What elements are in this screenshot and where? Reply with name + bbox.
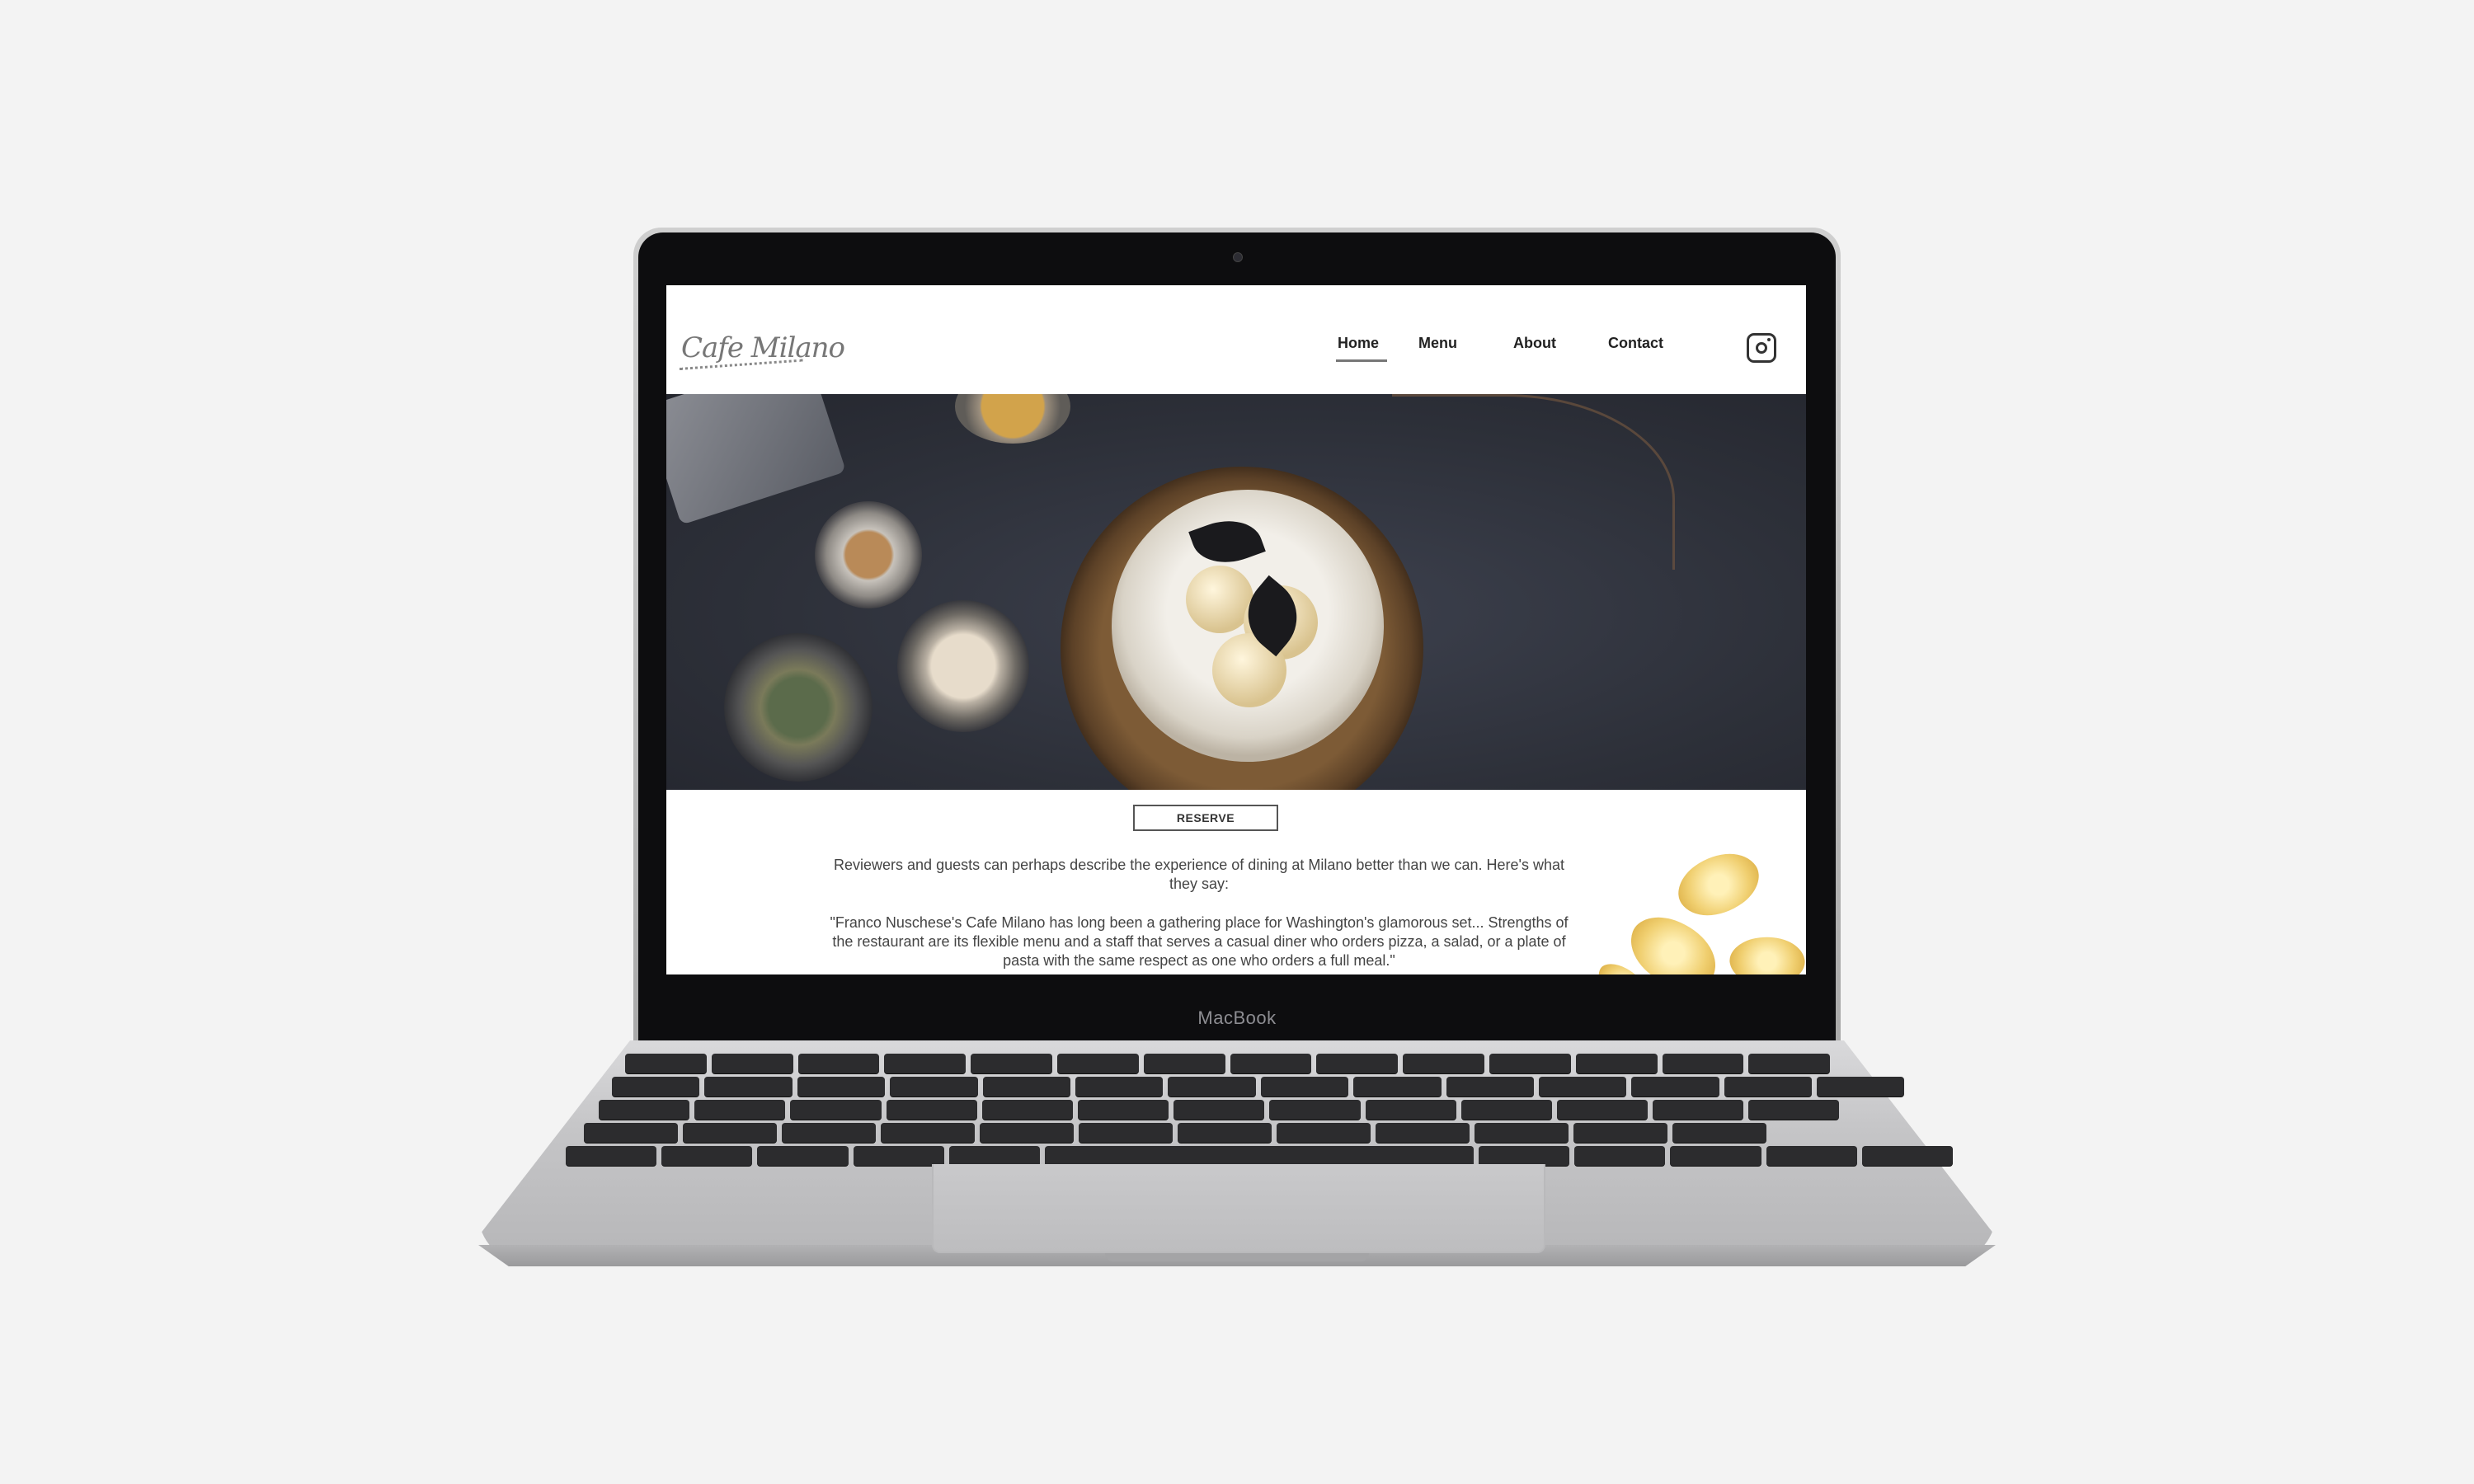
keyboard-key [1075, 1077, 1164, 1097]
keyboard-key [1365, 1100, 1456, 1120]
keyboard-key [625, 1054, 707, 1073]
site-header: Cafe Milano Home Menu About Contact [666, 285, 1806, 394]
keyboard-key [1556, 1100, 1649, 1120]
keyboard-key [612, 1077, 700, 1097]
keyboard-key [1077, 1100, 1169, 1120]
instagram-icon[interactable] [1747, 333, 1776, 363]
nav-home[interactable]: Home [1338, 335, 1379, 352]
keyboard-key [1817, 1077, 1905, 1097]
laptop-notch [1105, 1253, 1369, 1261]
nav-contact[interactable]: Contact [1608, 335, 1663, 352]
keyboard-key [1269, 1100, 1361, 1120]
keyboard-key [1174, 1100, 1265, 1120]
keyboard-key [661, 1146, 753, 1166]
keyboard-key [797, 1054, 880, 1073]
instagram-dot [1767, 338, 1771, 341]
keyboard-key [981, 1100, 1073, 1120]
keyboard-key [1748, 1054, 1831, 1073]
keyboard-key [1277, 1123, 1371, 1143]
keyboard-key [1653, 1100, 1744, 1120]
keyboard-key [1489, 1054, 1571, 1073]
keyboard-key [980, 1123, 1074, 1143]
keyboard-key [1260, 1077, 1349, 1097]
keyboard-key [1748, 1100, 1840, 1120]
keyboard-key [886, 1100, 977, 1120]
twigs [1392, 394, 1675, 570]
keyboard-key [1724, 1077, 1813, 1097]
keyboard-key [1475, 1123, 1569, 1143]
keyboard-key [948, 1146, 1040, 1166]
main-nav: Home Menu About Contact [666, 335, 1806, 368]
keyboard-key [1403, 1054, 1484, 1073]
keyboard-key [982, 1077, 1070, 1097]
laptop-brand-label: MacBook [1197, 1007, 1277, 1028]
keyboard-key [1478, 1146, 1570, 1166]
keyboard-key [1353, 1077, 1442, 1097]
keyboard-key [1575, 1054, 1658, 1073]
hero-image [666, 394, 1806, 790]
keyboard-key [884, 1054, 967, 1073]
keyboard-key [1178, 1123, 1272, 1143]
nav-active-indicator [1336, 359, 1387, 362]
keyboard-key [790, 1100, 882, 1120]
keyboard-key [566, 1146, 657, 1166]
key-row [599, 1100, 1840, 1120]
bowl-leaves [724, 633, 872, 782]
keyboard-key [711, 1054, 793, 1073]
keyboard-key [683, 1123, 777, 1143]
keyboard-key [1574, 1146, 1666, 1166]
key-row [625, 1054, 1831, 1073]
keyboard-key [1446, 1077, 1534, 1097]
keyboard-key [1538, 1077, 1627, 1097]
camera-icon [1233, 252, 1243, 262]
keyboard-key [1631, 1077, 1719, 1097]
keyboard-key [1079, 1123, 1173, 1143]
reserve-button[interactable]: RESERVE [1133, 805, 1278, 831]
pasta-decoration [1667, 837, 1770, 932]
website-screen: Cafe Milano Home Menu About Contact RESE… [666, 285, 1806, 974]
keyboard-key [782, 1123, 876, 1143]
nav-about[interactable]: About [1513, 335, 1556, 352]
keyboard-key [1056, 1054, 1139, 1073]
keyboard-key [890, 1077, 978, 1097]
keyboard-key [1316, 1054, 1399, 1073]
keyboard-key [757, 1146, 849, 1166]
keyboard-key [797, 1077, 886, 1097]
nav-menu[interactable]: Menu [1418, 335, 1457, 352]
keyboard-key [584, 1123, 678, 1143]
keyboard-key [1168, 1077, 1256, 1097]
instagram-lens [1756, 342, 1767, 354]
keyboard-key [704, 1077, 793, 1097]
key-row [612, 1077, 1905, 1097]
keyboard-key [881, 1123, 975, 1143]
keyboard-key [971, 1054, 1052, 1073]
bowl-honey [955, 394, 1070, 444]
laptop-mockup: Cafe Milano Home Menu About Contact RESE… [0, 0, 2474, 1484]
review-quote: "Franco Nuschese's Cafe Milano has long … [830, 914, 1569, 969]
keyboard [548, 1054, 1953, 1166]
trackpad [932, 1164, 1545, 1253]
keyboard-key [1230, 1054, 1312, 1073]
keyboard-key [694, 1100, 786, 1120]
bowl-almonds [897, 600, 1029, 732]
pasta-decoration [1726, 930, 1806, 974]
keyboard-key [1143, 1054, 1225, 1073]
napkin-shape [666, 394, 847, 525]
keyboard-key [1766, 1146, 1857, 1166]
key-row [566, 1146, 1953, 1166]
bowl-nuts [815, 501, 922, 608]
keyboard-key [599, 1100, 690, 1120]
keyboard-key [1376, 1123, 1470, 1143]
keyboard-key [1044, 1146, 1474, 1166]
keyboard-key [1861, 1146, 1953, 1166]
keyboard-key [853, 1146, 944, 1166]
keyboard-key [1573, 1123, 1667, 1143]
keyboard-key [1662, 1054, 1744, 1073]
keyboard-key [1670, 1146, 1761, 1166]
key-row [584, 1123, 1766, 1143]
intro-text: Reviewers and guests can perhaps describ… [834, 857, 1564, 892]
pasta-decoration [1620, 908, 1727, 974]
keyboard-key [1672, 1123, 1766, 1143]
keyboard-key [1460, 1100, 1552, 1120]
